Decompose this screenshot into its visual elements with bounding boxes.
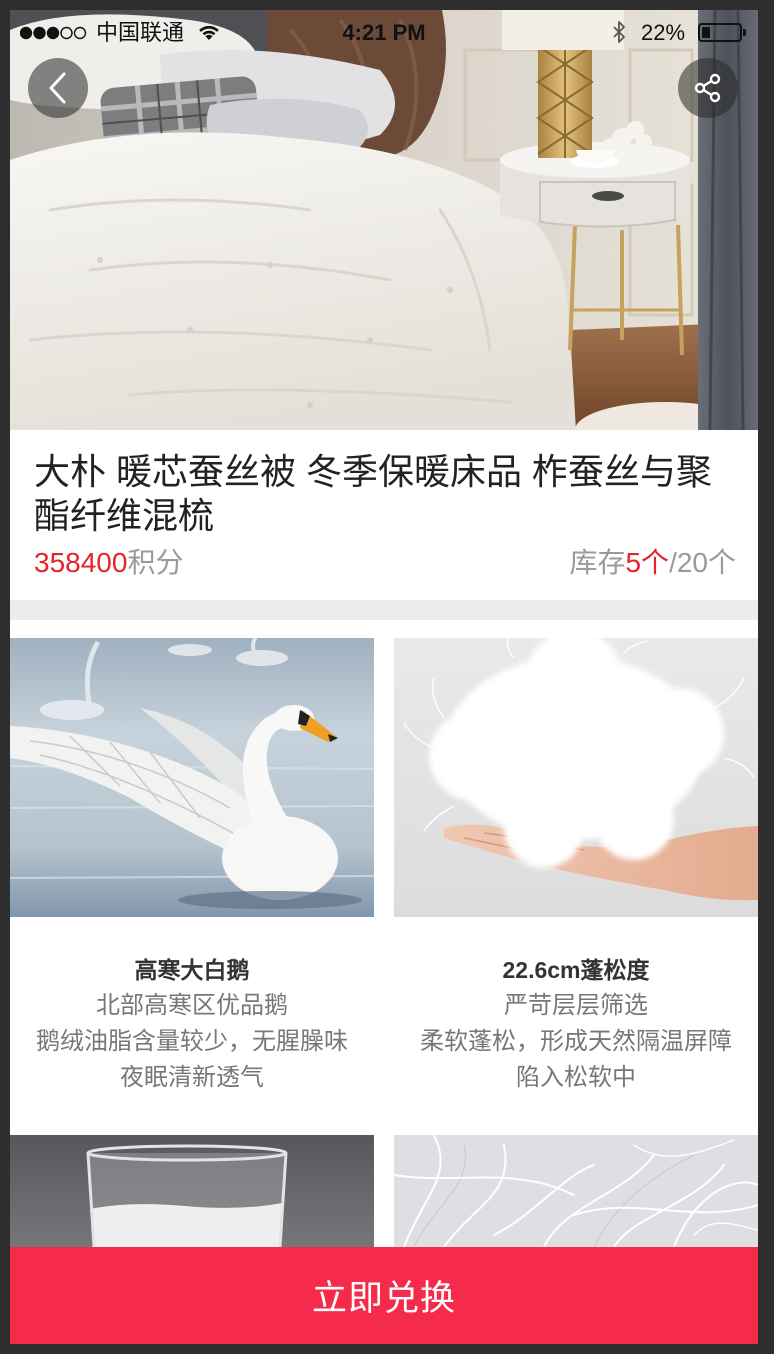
feature-card-water-glass xyxy=(10,1135,374,1247)
feature-line: 鹅绒油脂含量较少，无腥臊味 xyxy=(36,1028,348,1055)
battery-terminal xyxy=(743,29,746,36)
bedroom-photo xyxy=(10,10,758,430)
share-icon xyxy=(694,73,721,103)
feature-title: 高寒大白鹅 xyxy=(134,957,250,983)
tea-cup xyxy=(571,150,619,168)
status-bar: 中国联通 4:21 PM 22% xyxy=(10,10,758,54)
stock-remaining: 5个 xyxy=(625,547,670,578)
stock-label: 库存 xyxy=(569,547,626,578)
down-feathers-photo xyxy=(394,1135,758,1247)
battery-icon xyxy=(698,23,742,42)
feature-line: 严苛层层筛选 xyxy=(504,992,648,1019)
product-info: 大朴 暖芯蚕丝被 冬季保暖床品 柞蚕丝与聚酯纤维混梳 358400 积分 库存 5个… xyxy=(10,430,758,600)
points-unit: 积分 xyxy=(127,547,184,578)
phone-screen: 中国联通 4:21 PM 22% 大朴 暖芯蚕丝被 冬季保暖床品 柞蚕丝与聚酯纤… xyxy=(10,10,758,1344)
product-title: 大朴 暖芯蚕丝被 冬季保暖床品 柞蚕丝与聚酯纤维混梳 xyxy=(34,451,713,536)
feature-title: 22.6cm蓬松度 xyxy=(502,957,650,983)
feature-card-feathers xyxy=(394,1135,758,1247)
swan-photo xyxy=(10,638,374,917)
glass xyxy=(86,1144,288,1247)
feature-text: 高寒大白鹅 北部高寒区优品鹅 鹅绒油脂含量较少，无腥臊味 夜眠清新透气 xyxy=(10,952,374,1096)
stock-total: /20个 xyxy=(669,547,736,578)
water-glass-photo xyxy=(10,1135,374,1247)
points-price: 358400 积分 xyxy=(34,543,183,583)
product-features-grid: 高寒大白鹅 北部高寒区优品鹅 鹅绒油脂含量较少，无腥臊味 夜眠清新透气 22.6… xyxy=(10,620,758,1247)
feature-line: 夜眠清新透气 xyxy=(120,1064,264,1091)
battery-fill xyxy=(702,27,710,38)
feature-line: 北部高寒区优品鹅 xyxy=(96,992,288,1019)
feature-card-goose: 高寒大白鹅 北部高寒区优品鹅 鹅绒油脂含量较少，无腥臊味 夜眠清新透气 xyxy=(10,638,374,1096)
section-divider xyxy=(10,600,758,620)
price-stock-row: 358400 积分 库存 5个/20个 xyxy=(34,543,736,583)
points-value: 358400 xyxy=(34,547,128,578)
back-button[interactable] xyxy=(28,58,88,118)
exchange-now-button[interactable]: 立即兑换 xyxy=(10,1247,758,1344)
feature-text: 22.6cm蓬松度 严苛层层筛选 柔软蓬松，形成天然隔温屏障 陷入松软中 xyxy=(394,952,758,1096)
stock-info: 库存 5个/20个 xyxy=(569,543,736,583)
feature-line: 柔软蓬松，形成天然隔温屏障 xyxy=(420,1028,732,1055)
chevron-left-icon xyxy=(49,72,66,104)
share-button[interactable] xyxy=(678,58,738,118)
feature-line: 陷入松软中 xyxy=(516,1064,636,1091)
feature-card-loft: 22.6cm蓬松度 严苛层层筛选 柔软蓬松，形成天然隔温屏障 陷入松软中 xyxy=(394,638,758,1096)
product-image-gallery[interactable] xyxy=(10,10,758,430)
bluetooth-icon xyxy=(613,21,625,43)
battery-percentage: 22% xyxy=(641,20,686,45)
down-cluster-photo xyxy=(394,638,758,917)
